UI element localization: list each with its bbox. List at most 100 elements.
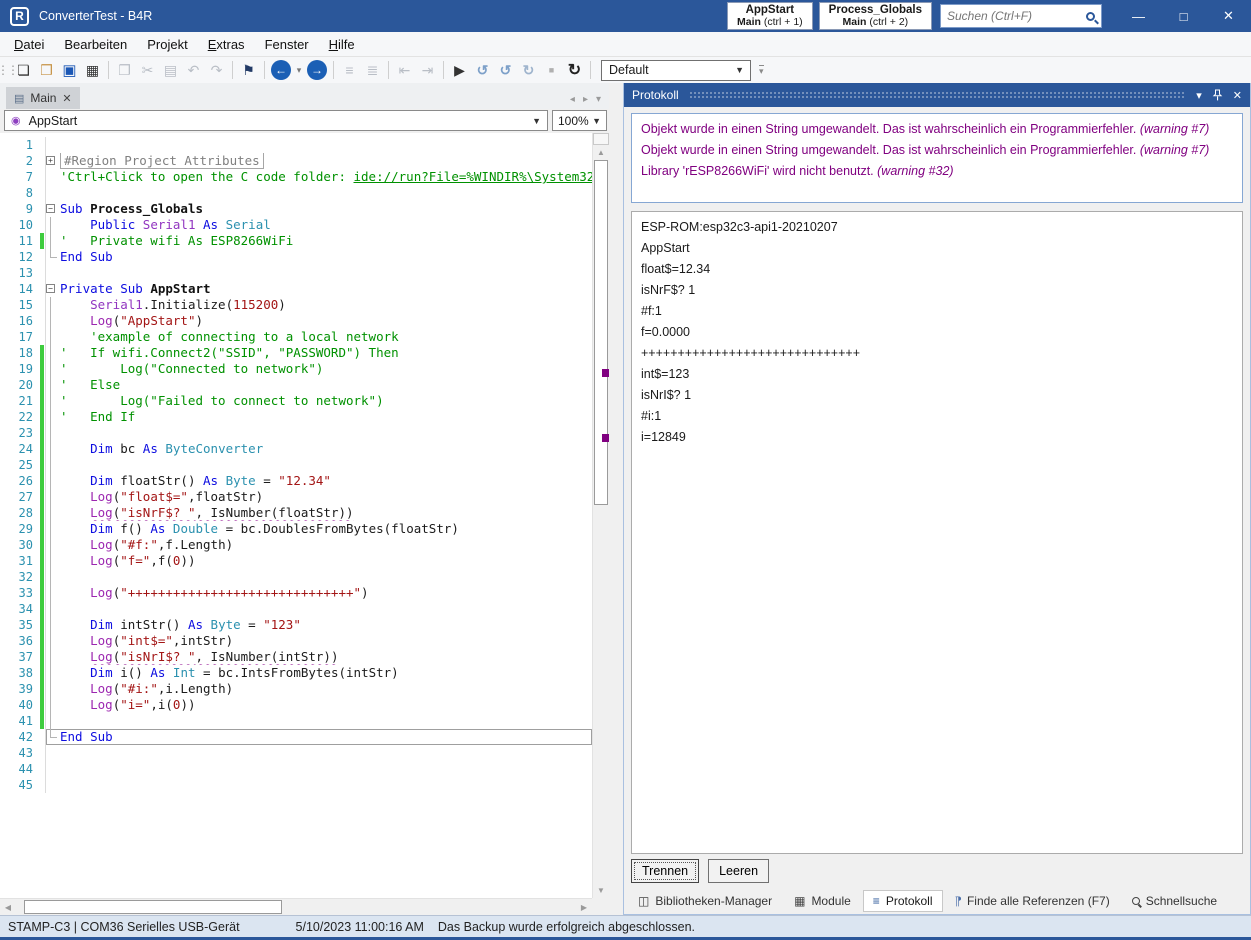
line-body[interactable]: Log("#f:",f.Length)	[46, 537, 592, 553]
zoom-combo[interactable]: 100% ▼	[552, 110, 607, 131]
current-line[interactable]: End Sub	[46, 729, 592, 745]
line-body[interactable]	[46, 265, 592, 281]
code-line[interactable]: 35 Dim intStr() As Byte = "123"	[0, 617, 592, 633]
code-line[interactable]: 16 Log("AppStart")	[0, 313, 592, 329]
bottom-tab-finde-alle-referenzen-f7-[interactable]: ¶Finde alle Referenzen (F7)	[945, 890, 1120, 912]
code-line[interactable]: 43	[0, 745, 592, 761]
bottom-tab-bibliotheken-manager[interactable]: ◫Bibliotheken-Manager	[628, 890, 782, 912]
line-body[interactable]: Dim i() As Int = bc.IntsFromBytes(intStr…	[46, 665, 592, 681]
run-icon[interactable]: ▶	[448, 59, 471, 81]
line-body[interactable]: −Sub Process_Globals	[46, 201, 592, 217]
rebuild-icon[interactable]: ↻	[517, 59, 540, 81]
code-line[interactable]: 13	[0, 265, 592, 281]
line-body[interactable]: ' Private wifi As ESP8266WiFi	[46, 233, 592, 249]
line-body[interactable]: Log("isNrI$? ", IsNumber(intStr))	[46, 649, 592, 665]
code-line[interactable]: 33 Log("++++++++++++++++++++++++++++++")	[0, 585, 592, 601]
code-line[interactable]: 11' Private wifi As ESP8266WiFi	[0, 233, 592, 249]
code-line[interactable]: 42End Sub	[0, 729, 592, 745]
log-line[interactable]: #f:1	[641, 301, 1233, 322]
warning-message[interactable]: Objekt wurde in einen String umgewandelt…	[641, 119, 1233, 140]
log-line[interactable]: i=12849	[641, 427, 1233, 448]
build-configuration-combo[interactable]: Default ▼	[601, 60, 751, 81]
menu-item-datei[interactable]: Datei	[4, 32, 54, 57]
code-line[interactable]: 18' If wifi.Connect2("SSID", "PASSWORD")…	[0, 345, 592, 361]
code-line[interactable]: 19' Log("Connected to network")	[0, 361, 592, 377]
vertical-scroll-track[interactable]	[593, 160, 609, 882]
line-body[interactable]	[46, 569, 592, 585]
line-body[interactable]: 'Ctrl+Click to open the C code folder: i…	[46, 169, 592, 185]
line-body[interactable]: ' Log("Failed to connect to network")	[46, 393, 592, 409]
menu-item-projekt[interactable]: Projekt	[137, 32, 197, 57]
line-body[interactable]: ' Else	[46, 377, 592, 393]
code-line[interactable]: 2+#Region Project Attributes	[0, 153, 592, 169]
log-line[interactable]: isNrI$? 1	[641, 385, 1233, 406]
modules-icon[interactable]: ▦	[81, 59, 104, 81]
line-body[interactable]: ' If wifi.Connect2("SSID", "PASSWORD") T…	[46, 345, 592, 361]
search-icon[interactable]	[1086, 12, 1095, 21]
code-line[interactable]: 28 Log("isNrF$? ", IsNumber(floatStr))	[0, 505, 592, 521]
code-line[interactable]: 37 Log("isNrI$? ", IsNumber(intStr))	[0, 649, 592, 665]
warning-marker[interactable]	[602, 369, 609, 377]
line-body[interactable]	[46, 601, 592, 617]
log-line[interactable]: f=0.0000	[641, 322, 1233, 343]
tab-scroll-right-icon[interactable]: ▸	[583, 94, 588, 105]
horizontal-scroll-thumb[interactable]	[24, 900, 282, 914]
line-body[interactable]: Log("f=",f(0))	[46, 553, 592, 569]
save-icon[interactable]: ▣	[58, 59, 81, 81]
horizontal-scroll-track[interactable]	[16, 899, 576, 915]
code-line[interactable]: 24 Dim bc As ByteConverter	[0, 441, 592, 457]
code-line[interactable]: 23	[0, 425, 592, 441]
code-line[interactable]: 17 'example of connecting to a local net…	[0, 329, 592, 345]
open-project-icon[interactable]: ❒	[35, 59, 58, 81]
vertical-scrollbar[interactable]: ▲ ▼	[592, 133, 609, 898]
line-body[interactable]: Log("int$=",intStr)	[46, 633, 592, 649]
chevron-down-icon[interactable]: ▼	[735, 65, 750, 75]
menu-item-hilfe[interactable]: Hilfe	[319, 32, 365, 57]
navigate-back-icon[interactable]: ←	[271, 60, 291, 80]
fold-collapse-icon[interactable]: −	[46, 204, 55, 213]
code-line[interactable]: 15 Serial1.Initialize(115200)	[0, 297, 592, 313]
line-body[interactable]: Dim f() As Double = bc.DoublesFromBytes(…	[46, 521, 592, 537]
compiler-warnings-box[interactable]: Objekt wurde in einen String umgewandelt…	[631, 113, 1243, 203]
code-line[interactable]: 39 Log("#i:",i.Length)	[0, 681, 592, 697]
search-input[interactable]	[947, 9, 1086, 23]
code-line[interactable]: 27 Log("float$=",floatStr)	[0, 489, 592, 505]
code-line[interactable]: 29 Dim f() As Double = bc.DoublesFromByt…	[0, 521, 592, 537]
log-line[interactable]: int$=123	[641, 364, 1233, 385]
panel-splitter[interactable]	[609, 83, 623, 915]
bottom-tab-schnellsuche[interactable]: Schnellsuche	[1122, 890, 1227, 912]
line-body[interactable]: Public Serial1 As Serial	[46, 217, 592, 233]
log-line[interactable]: #i:1	[641, 406, 1233, 427]
log-line[interactable]: isNrF$? 1	[641, 280, 1233, 301]
navigate-forward-icon[interactable]: →	[307, 60, 327, 80]
bottom-tab-module[interactable]: ▦Module	[784, 890, 861, 912]
bottom-tab-protokoll[interactable]: ≡Protokoll	[863, 890, 943, 912]
code-line[interactable]: 45	[0, 777, 592, 793]
line-body[interactable]	[46, 137, 592, 153]
tab-close-icon[interactable]: ✕	[62, 92, 71, 105]
line-body[interactable]: Log("float$=",floatStr)	[46, 489, 592, 505]
split-handle[interactable]	[593, 133, 609, 145]
code-line[interactable]: 44	[0, 761, 592, 777]
line-body[interactable]: −Private Sub AppStart	[46, 281, 592, 297]
quick-tab-appstart[interactable]: AppStartMain (ctrl + 1)	[727, 2, 813, 30]
clear-button[interactable]: Leeren	[708, 859, 769, 883]
scroll-down-icon[interactable]: ▼	[593, 883, 609, 898]
code-line[interactable]: 21' Log("Failed to connect to network")	[0, 393, 592, 409]
line-body[interactable]: ' Log("Connected to network")	[46, 361, 592, 377]
log-output-box[interactable]: ESP-ROM:esp32c3-api1-20210207AppStartflo…	[631, 211, 1243, 854]
tab-main[interactable]: ▤ Main ✕	[6, 87, 80, 109]
sub-selector-combo[interactable]: ◉ AppStart ▼	[4, 110, 548, 131]
minimize-button[interactable]: —	[1116, 0, 1161, 32]
log-line[interactable]: AppStart	[641, 238, 1233, 259]
new-file-icon[interactable]: ❏	[12, 59, 35, 81]
code-line[interactable]: 22' End If	[0, 409, 592, 425]
vertical-scroll-thumb[interactable]	[594, 160, 608, 505]
reconnect-icon[interactable]: ↻	[563, 59, 586, 81]
tab-list-dropdown-icon[interactable]: ▾	[596, 94, 601, 105]
line-body[interactable]: ' End If	[46, 409, 592, 425]
panel-close-icon[interactable]: ✕	[1233, 89, 1242, 102]
line-body[interactable]: Log("isNrF$? ", IsNumber(floatStr))	[46, 505, 592, 521]
log-line[interactable]: ESP-ROM:esp32c3-api1-20210207	[641, 217, 1233, 238]
line-body[interactable]: Serial1.Initialize(115200)	[46, 297, 592, 313]
